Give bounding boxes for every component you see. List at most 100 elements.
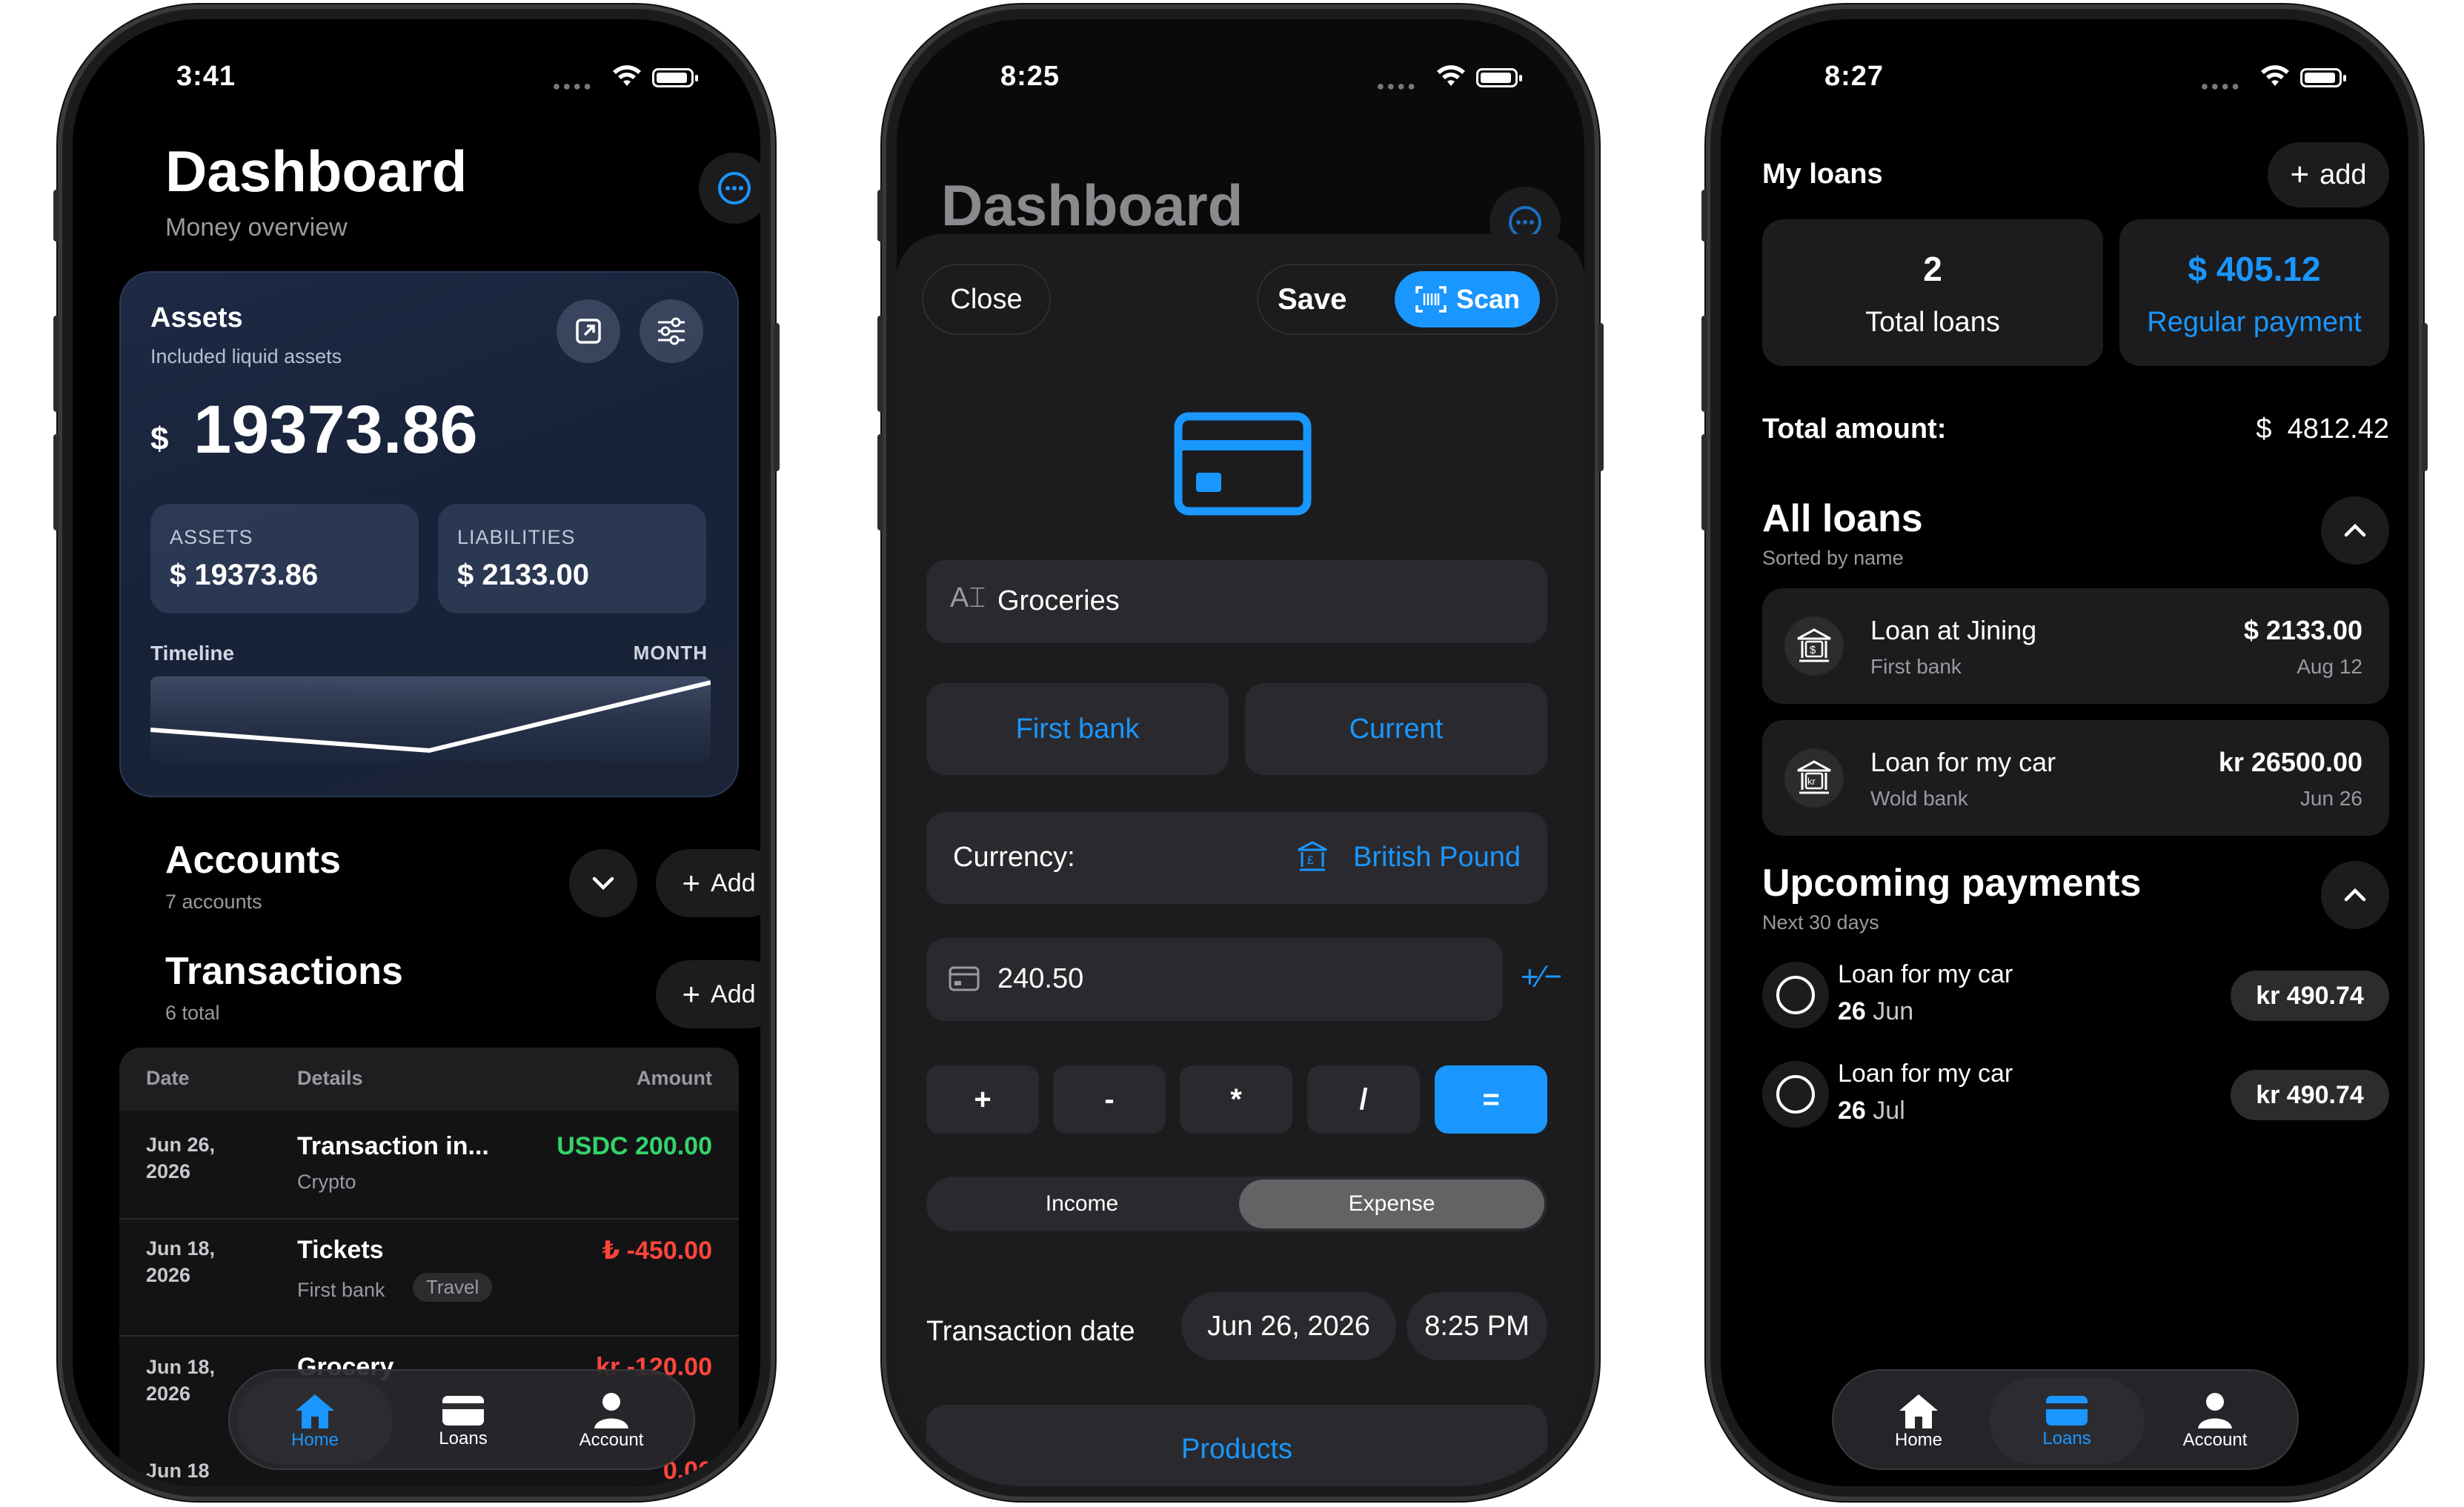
account-type-selector[interactable]: Current: [1245, 683, 1547, 775]
row-amount: USDC 200.00: [557, 1132, 712, 1160]
products-button[interactable]: Products: [926, 1405, 1547, 1486]
assets-card[interactable]: Assets Included liquid assets $ 19373.86…: [119, 271, 739, 797]
expand-accounts-button[interactable]: [569, 849, 637, 917]
phone-loans: 8:27 ●●●● My loans + add 2 Total loans $…: [1701, 4, 2428, 1501]
plus-minus-toggle-icon[interactable]: +⁄−: [1521, 959, 1562, 994]
more-button[interactable]: [699, 153, 760, 224]
payment-amount: kr 490.74: [2231, 1070, 2389, 1120]
sliders-icon: [658, 317, 685, 345]
assets-value: $ 19373.86: [170, 559, 319, 591]
amount-value: 240.50: [997, 963, 1084, 994]
add-loan-button[interactable]: + add: [2268, 142, 2389, 207]
payment-checkbox[interactable]: [1762, 962, 1829, 1028]
person-icon: [594, 1393, 628, 1428]
collapse-upcoming-button[interactable]: [2321, 861, 2389, 929]
loan-amount: kr 26500.00: [2218, 747, 2362, 777]
cellular-icon: ●●●●: [552, 79, 594, 93]
save-button[interactable]: Save: [1278, 283, 1346, 316]
row-title: Transaction in...: [297, 1132, 489, 1160]
add-loan-label: add: [2319, 159, 2367, 190]
add-account-button[interactable]: + Add: [656, 849, 760, 917]
date-value: Jun 26, 2026: [1207, 1310, 1370, 1342]
assets-card-subtitle: Included liquid assets: [150, 345, 342, 367]
tab-loans[interactable]: Loans: [385, 1378, 541, 1464]
amount-field[interactable]: 240.50: [926, 938, 1503, 1021]
add-transaction-button[interactable]: + Add: [656, 960, 760, 1028]
tab-account[interactable]: Account: [2137, 1378, 2293, 1464]
income-expense-segmented: Income Expense: [926, 1177, 1547, 1231]
chevron-up-icon: [2344, 523, 2366, 537]
page-title: Dashboard: [165, 139, 468, 204]
time-picker[interactable]: 8:25 PM: [1407, 1292, 1547, 1360]
loan-date: Jun 26: [2299, 787, 2362, 810]
collapse-loans-button[interactable]: [2321, 496, 2389, 565]
status-bar: 3:41 ●●●●: [73, 61, 760, 105]
payment-checkbox[interactable]: [1762, 1061, 1829, 1128]
scan-button[interactable]: Scan: [1395, 271, 1540, 327]
transaction-date-label: Transaction date: [926, 1316, 1135, 1347]
total-amount-value: $ 4812.42: [2256, 413, 2389, 445]
table-row[interactable]: Jun 18, 2026 Tickets First bank Travel ₺…: [119, 1220, 739, 1335]
currency-selector[interactable]: Currency: £ British Pound: [926, 812, 1547, 904]
tab-loans[interactable]: Loans: [1989, 1378, 2145, 1464]
date-picker[interactable]: Jun 26, 2026: [1181, 1292, 1396, 1360]
account-type-label: Current: [1349, 713, 1444, 745]
battery-icon: [1476, 68, 1522, 87]
loan-item[interactable]: $ Loan at Jining First bank $ 2133.00 Au…: [1762, 588, 2389, 704]
regular-payment-value: $ 405.12: [2188, 250, 2321, 288]
loan-item[interactable]: kr Loan for my car Wold bank kr 26500.00…: [1762, 720, 2389, 836]
name-field[interactable]: A⌶ Groceries: [926, 560, 1547, 643]
transaction-sheet: Close Save Scan A⌶ Groceries First bank: [897, 234, 1584, 1486]
battery-icon: [2300, 68, 2346, 87]
table-row[interactable]: Jun 26, 2026 Transaction in... Crypto US…: [119, 1111, 739, 1218]
card-small-icon: [949, 966, 980, 991]
open-external-button[interactable]: [557, 299, 620, 363]
tab-home[interactable]: Home: [1841, 1378, 1996, 1464]
tab-bar: Home Loans Account: [228, 1369, 695, 1470]
segment-income[interactable]: Income: [929, 1180, 1235, 1228]
tab-account[interactable]: Account: [534, 1378, 689, 1464]
text-cursor-icon: A⌶: [950, 582, 986, 613]
loan-date: Aug 12: [2297, 655, 2362, 678]
background-title: Dashboard: [941, 173, 1243, 238]
bank-label: First bank: [1015, 713, 1140, 745]
calc-multiply-button[interactable]: *: [1180, 1065, 1292, 1134]
status-time: 3:41: [176, 61, 236, 92]
upcoming-payment-item[interactable]: Loan for my car 26 Jul kr 490.74: [1762, 1054, 2389, 1135]
calc-minus-button[interactable]: -: [1053, 1065, 1166, 1134]
tab-bar: Home Loans Account: [1832, 1369, 2299, 1470]
screen: 8:25 ●●●● Dashboard Close Save Scan A⌶ G…: [897, 19, 1584, 1486]
credit-card-icon: [1174, 412, 1312, 516]
status-bar: 8:27 ●●●●: [1721, 61, 2408, 105]
tab-account-label: Account: [2182, 1430, 2248, 1450]
plus-icon: +: [2290, 156, 2310, 193]
close-button[interactable]: Close: [922, 264, 1051, 335]
circle-icon: [1776, 976, 1815, 1014]
calc-equals-button[interactable]: =: [1435, 1065, 1547, 1134]
screen: 3:41 ●●●● Dashboard Money overview Asset…: [73, 19, 760, 1486]
row-amount: ₺ -450.00: [602, 1237, 712, 1265]
segment-expense[interactable]: Expense: [1239, 1180, 1544, 1228]
upcoming-title: Upcoming payments: [1762, 862, 2142, 905]
row-year: 2026: [146, 1264, 191, 1286]
calc-plus-button[interactable]: +: [926, 1065, 1039, 1134]
tab-account-label: Account: [579, 1430, 644, 1450]
products-label: Products: [1181, 1433, 1292, 1465]
bank-building-icon: kr: [1784, 748, 1844, 808]
upcoming-payment-item[interactable]: Loan for my car 26 Jun kr 490.74: [1762, 954, 2389, 1036]
column-date: Date: [146, 1067, 190, 1089]
upcoming-subtitle: Next 30 days: [1762, 911, 1879, 934]
calc-divide-button[interactable]: /: [1307, 1065, 1420, 1134]
timeline-period[interactable]: MONTH: [634, 642, 708, 665]
bank-building-icon: $: [1784, 616, 1844, 676]
bank-selector[interactable]: First bank: [926, 683, 1229, 775]
filter-button[interactable]: [640, 299, 703, 363]
cellular-icon: ●●●●: [1376, 79, 1418, 93]
plus-icon: +: [682, 977, 701, 1011]
row-date: Jun 18,: [146, 1356, 216, 1378]
transactions-count: 6 total: [165, 1002, 220, 1024]
assets-card-title: Assets: [150, 302, 243, 333]
column-details: Details: [297, 1067, 363, 1089]
currency-value: British Pound: [1352, 842, 1521, 873]
tab-home[interactable]: Home: [237, 1378, 393, 1464]
